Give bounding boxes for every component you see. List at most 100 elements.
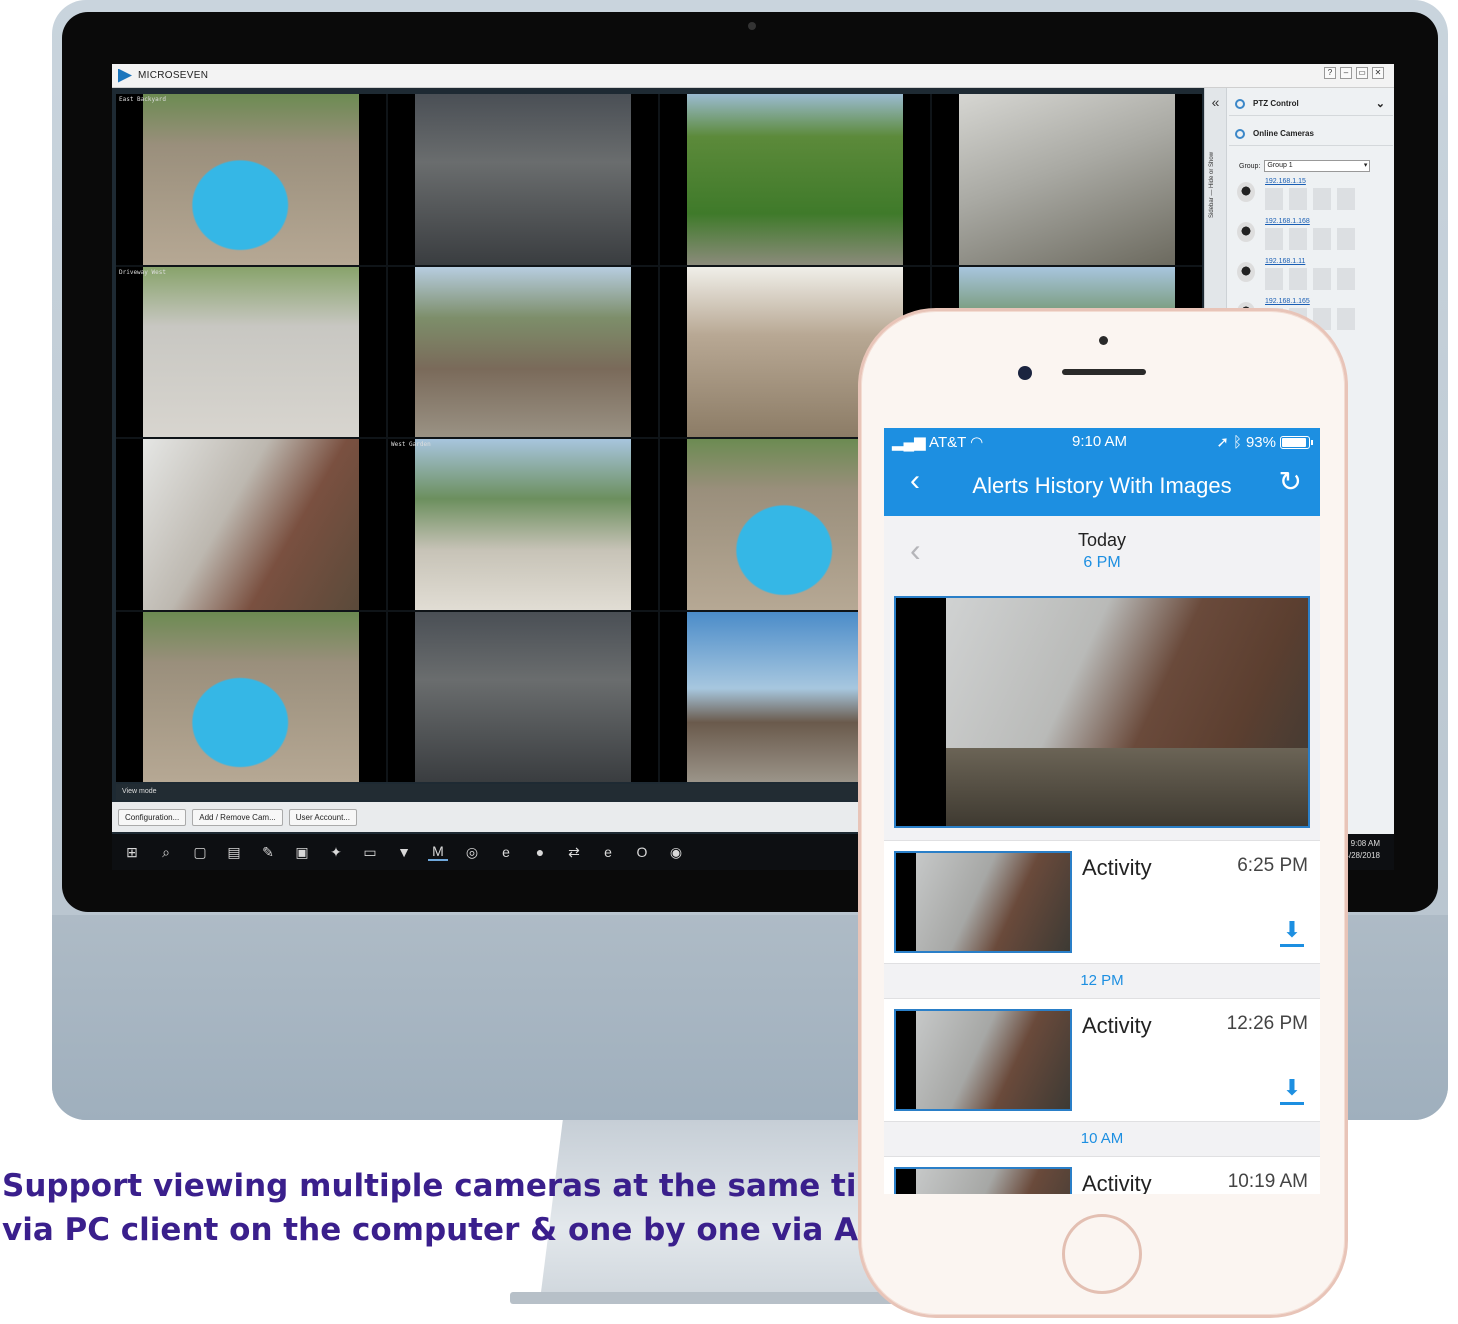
alert-thumbnail[interactable] bbox=[894, 1167, 1072, 1194]
front-camera bbox=[1018, 366, 1032, 380]
monitor-app-icon[interactable]: ▭ bbox=[360, 844, 380, 861]
alert-thumbnail[interactable] bbox=[894, 1009, 1072, 1111]
alert-time: 10:19 AM bbox=[1227, 1171, 1308, 1192]
proximity-sensor bbox=[1099, 336, 1108, 345]
download-icon[interactable]: ⬇ bbox=[1280, 1077, 1304, 1105]
ptz-control-label: PTZ Control bbox=[1253, 99, 1299, 108]
camera-tile[interactable] bbox=[660, 94, 930, 265]
location-icon: ➚ bbox=[1216, 434, 1229, 451]
alert-thumbnail-image bbox=[916, 1169, 1070, 1194]
camera-list-item[interactable]: 192.168.1.11 bbox=[1235, 258, 1391, 296]
section-header: 12 PM bbox=[884, 964, 1320, 998]
earpiece-speaker bbox=[1062, 369, 1146, 375]
camera-feed-image bbox=[415, 611, 631, 782]
alert-thumbnail-image bbox=[916, 1011, 1070, 1109]
maximize-button[interactable]: ▭ bbox=[1356, 67, 1368, 79]
bluetooth-icon: ᛒ bbox=[1232, 433, 1242, 451]
camera-feed-image bbox=[143, 94, 359, 265]
alert-thumbnail[interactable] bbox=[894, 851, 1072, 953]
camera-feed-image bbox=[415, 266, 631, 437]
camera-feed-image bbox=[143, 439, 359, 610]
camera-action-buttons[interactable] bbox=[1265, 188, 1361, 210]
date-day: Today bbox=[1077, 530, 1127, 550]
close-button[interactable]: ✕ bbox=[1372, 67, 1384, 79]
camera-icon bbox=[1237, 182, 1255, 202]
internet-explorer-icon[interactable]: e bbox=[598, 844, 618, 860]
camera-feed-image bbox=[687, 94, 903, 265]
refresh-icon[interactable]: ↻ bbox=[1279, 468, 1302, 496]
minimize-button[interactable]: – bbox=[1340, 67, 1352, 79]
task-view-icon[interactable]: ▢ bbox=[190, 844, 210, 861]
group-select[interactable]: Group 1 bbox=[1264, 160, 1371, 172]
camera-tile[interactable]: Driveway West bbox=[116, 266, 386, 437]
alert-row[interactable]: Activity 12:26 PM ⬇ bbox=[884, 998, 1320, 1122]
camera-ip-link[interactable]: 192.168.1.15 bbox=[1265, 178, 1306, 185]
alert-hero-image[interactable] bbox=[894, 596, 1310, 828]
add-remove-camera-button[interactable]: Add / Remove Cam... bbox=[192, 808, 283, 826]
camera-tile[interactable] bbox=[388, 94, 658, 265]
date-hour: 6 PM bbox=[1083, 554, 1121, 571]
camera-icon bbox=[1237, 262, 1255, 282]
alert-type: Activity bbox=[1082, 1171, 1152, 1194]
camera-action-buttons[interactable] bbox=[1265, 228, 1361, 250]
phone-screen: ▂▄▆ AT&T ◠ 9:10 AM ➚ ᛒ 93% ‹ Alerts Hist… bbox=[884, 428, 1320, 1194]
store-icon[interactable]: ▣ bbox=[292, 844, 312, 861]
ptz-control-header[interactable]: PTZ Control ⌄ bbox=[1229, 92, 1393, 116]
camera-feed-image bbox=[143, 266, 359, 437]
search-icon[interactable]: ⌕ bbox=[156, 844, 176, 861]
help-button[interactable]: ? bbox=[1324, 67, 1336, 79]
opera-icon[interactable]: O bbox=[632, 844, 652, 860]
camera-ip-link[interactable]: 192.168.1.165 bbox=[1265, 298, 1310, 305]
camera-tile[interactable] bbox=[932, 94, 1202, 265]
camera-tile[interactable] bbox=[388, 611, 658, 782]
camera-ip-link[interactable]: 192.168.1.168 bbox=[1265, 218, 1310, 225]
twitter-icon[interactable]: ✦ bbox=[326, 844, 346, 861]
microseven-logo-icon bbox=[118, 68, 132, 83]
view-mode-label: View mode bbox=[122, 788, 157, 795]
camera-ip-link[interactable]: 192.168.1.11 bbox=[1265, 258, 1305, 265]
camera-tile-label: East Backyard bbox=[119, 96, 166, 103]
alert-thumbnail-image bbox=[916, 853, 1070, 951]
collapse-sidebar-icon[interactable]: « bbox=[1205, 94, 1226, 110]
edge-icon[interactable]: e bbox=[496, 844, 516, 860]
online-cameras-header[interactable]: Online Cameras bbox=[1229, 122, 1393, 146]
group-label: Group: bbox=[1239, 162, 1261, 170]
alert-type: Activity bbox=[1082, 1013, 1152, 1038]
camera-list-item[interactable]: 192.168.1.15 bbox=[1235, 178, 1391, 216]
chrome-icon[interactable]: ◉ bbox=[666, 844, 686, 861]
camera-tile[interactable] bbox=[116, 611, 386, 782]
alert-time: 12:26 PM bbox=[1226, 1013, 1308, 1034]
camera-tile[interactable] bbox=[116, 439, 386, 610]
microseven-taskbar-icon[interactable]: M bbox=[428, 843, 448, 861]
camera-tile[interactable]: West Garden bbox=[388, 439, 658, 610]
camera-tile[interactable]: East Backyard bbox=[116, 94, 386, 265]
paint-icon[interactable]: ✎ bbox=[258, 844, 278, 861]
webcam-dot bbox=[748, 22, 756, 30]
status-time: 9:10 AM bbox=[1072, 433, 1128, 450]
camera-tile-label: West Garden bbox=[391, 441, 431, 448]
download-icon[interactable]: ⬇ bbox=[1280, 919, 1304, 947]
firefox-icon[interactable]: ● bbox=[530, 844, 550, 860]
alert-row[interactable]: Activity 10:19 AM bbox=[884, 1156, 1320, 1194]
camera-action-buttons[interactable] bbox=[1265, 268, 1361, 290]
file-explorer-icon[interactable]: ▤ bbox=[224, 844, 244, 861]
camera-list-item[interactable]: 192.168.1.168 bbox=[1235, 218, 1391, 256]
chevron-down-icon[interactable]: ⌄ bbox=[1376, 97, 1385, 110]
section-header: 10 AM bbox=[884, 1122, 1320, 1156]
camera-tile[interactable] bbox=[388, 266, 658, 437]
app-title: MICROSEVEN bbox=[138, 70, 209, 81]
alert-type: Activity bbox=[1082, 855, 1152, 880]
taskbar-clock[interactable]: 9:08 AM 4/28/2018 bbox=[1344, 838, 1380, 862]
configuration-button[interactable]: Configuration... bbox=[118, 808, 187, 826]
teamviewer-icon[interactable]: ⇄ bbox=[564, 844, 584, 861]
sidebar-vertical-label: Sidebar — Hide or Show bbox=[1209, 151, 1215, 218]
alert-row[interactable]: Activity 6:25 PM ⬇ bbox=[884, 840, 1320, 964]
home-button[interactable] bbox=[1062, 1214, 1142, 1294]
windows-start-icon[interactable]: ⊞ bbox=[122, 844, 142, 861]
date-header: ‹ Today 6 PM bbox=[884, 516, 1320, 588]
nav-bar: ‹ Alerts History With Images ↻ bbox=[884, 454, 1320, 516]
pin-icon[interactable]: ▼ bbox=[394, 844, 414, 860]
user-account-button[interactable]: User Account... bbox=[288, 808, 357, 826]
camera-feed-image bbox=[415, 439, 631, 610]
magnifier-icon[interactable]: ◎ bbox=[462, 844, 482, 861]
